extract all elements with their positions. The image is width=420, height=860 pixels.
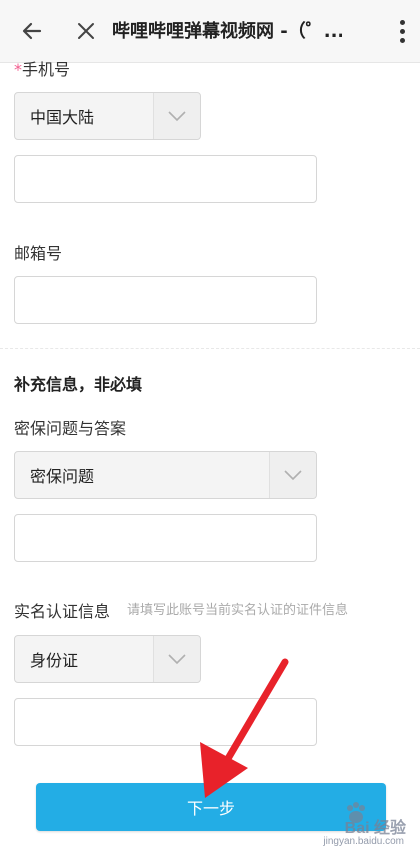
region-dropdown-toggle[interactable]: [153, 93, 200, 139]
email-input[interactable]: [14, 276, 317, 324]
phone-number-input[interactable]: [14, 155, 317, 203]
security-answer-input[interactable]: [14, 514, 317, 562]
back-button[interactable]: [14, 13, 50, 49]
watermark-main: Bai 经验: [344, 820, 406, 837]
id-type-dropdown-toggle[interactable]: [153, 636, 200, 682]
chevron-down-icon: [168, 111, 186, 122]
region-select-value: 中国大陆: [30, 108, 95, 127]
more-vertical-icon[interactable]: [398, 20, 406, 44]
page-title-text: 哔哩哔哩弹幕视频网 -（゜: [112, 21, 324, 42]
security-label: 密保问题与答案: [14, 419, 127, 438]
supplement-title: 补充信息，非必填: [14, 375, 143, 394]
watermark-sub: jingyan.baidu.com: [323, 836, 404, 847]
realname-hint: 请填写此账号当前实名认证的证件信息: [127, 603, 349, 618]
arrow-left-icon: [22, 22, 42, 40]
close-icon: [78, 23, 94, 39]
email-label: 邮箱号: [14, 244, 63, 263]
id-number-input[interactable]: [14, 698, 317, 746]
phone-label: *手机号: [14, 56, 70, 80]
security-dropdown-toggle[interactable]: [269, 452, 316, 498]
chevron-down-icon: [284, 470, 302, 481]
page-title: 哔哩哔哩弹幕视频网 -（゜...: [112, 19, 342, 45]
browser-header: 哔哩哔哩弹幕视频网 -（゜...: [0, 0, 420, 63]
id-type-select[interactable]: 身份证: [14, 635, 201, 683]
required-mark: *: [14, 60, 22, 79]
page-title-ellipsis: ...: [323, 21, 342, 42]
chevron-down-icon: [168, 654, 186, 665]
region-select[interactable]: 中国大陆: [14, 92, 201, 140]
realname-label: 实名认证信息: [14, 602, 111, 621]
section-divider: [0, 348, 420, 349]
phone-label-text: 手机号: [22, 60, 71, 79]
id-type-value: 身份证: [30, 651, 79, 670]
close-button[interactable]: [68, 13, 104, 49]
baidu-jingyan-watermark: Bai 经验 jingyan.baidu.com: [290, 800, 410, 856]
security-question-select[interactable]: 密保问题: [14, 451, 317, 499]
next-step-label: 下一步: [186, 799, 235, 818]
security-question-value: 密保问题: [30, 467, 95, 486]
